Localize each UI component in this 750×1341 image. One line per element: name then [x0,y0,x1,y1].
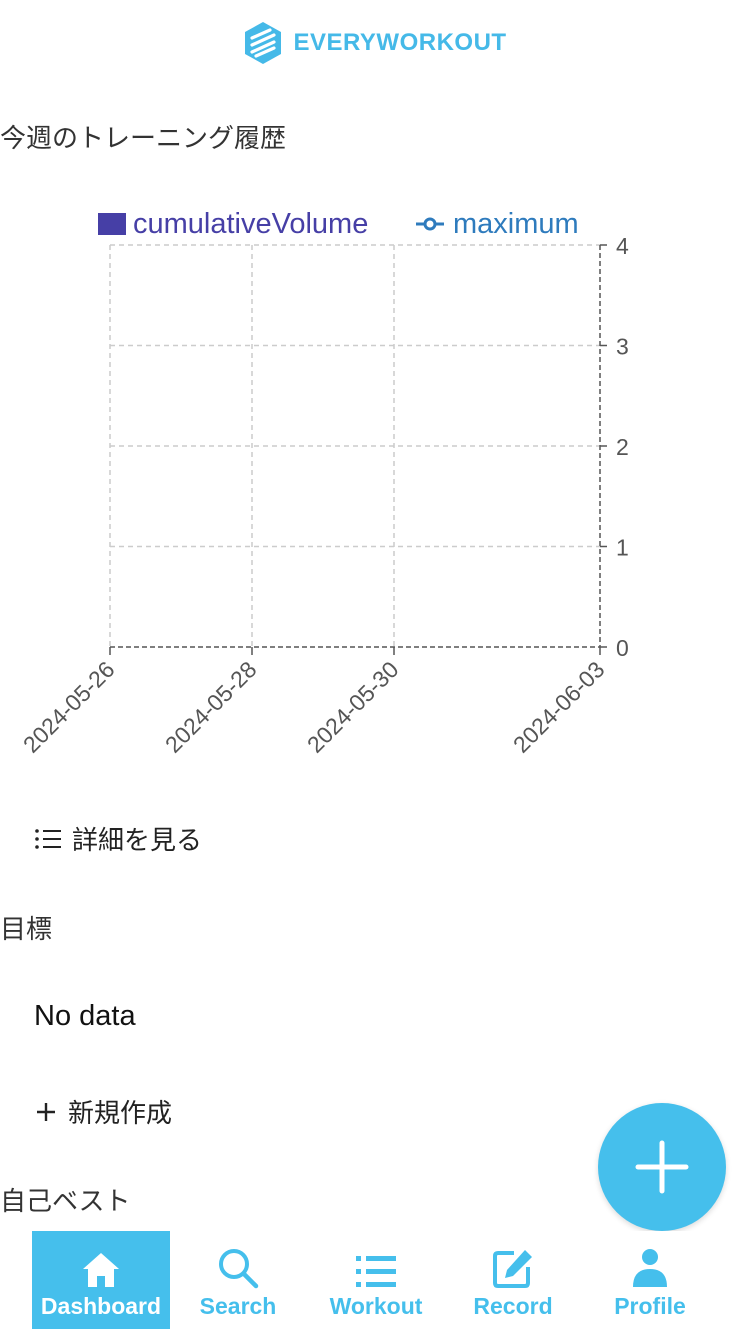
x-tick-label: 2024-05-28 [160,656,262,758]
home-icon [83,1253,119,1287]
user-icon [633,1249,667,1287]
goals-empty-text: No data [34,1000,136,1032]
nav-dashboard-label: Dashboard [40,1293,162,1319]
bottom-nav: Dashboard Search Workout Record Profile [0,1231,750,1341]
y-tick-label: 3 [616,334,629,360]
weekly-history-chart: cumulativeVolume maximum 0 1 2 3 4 2024-05-26… [18,208,629,758]
list-icon [35,828,61,849]
nav-record[interactable]: Record [446,1231,580,1341]
nav-workout[interactable]: Workout [306,1231,446,1341]
nav-search-label: Search [199,1293,277,1319]
legend-swatch-maximum-marker [423,217,437,231]
logo-icon [245,22,282,64]
view-details-link[interactable]: 詳細を見る [34,820,202,857]
weekly-history-title: 今週のトレーニング履歴 [0,124,287,154]
app-logo: EVERYWORKOUT [0,18,750,68]
plus-icon [37,1102,55,1121]
y-tick-label: 4 [616,233,629,259]
y-tick-label: 0 [616,635,629,661]
legend-swatch-cumulativeVolume [98,213,126,235]
search-icon [219,1249,259,1289]
add-fab-button[interactable] [598,1103,726,1231]
view-details-label: 詳細を見る [72,826,203,856]
nav-record-label: Record [473,1293,553,1319]
nav-workout-label: Workout [329,1293,423,1319]
nav-dashboard[interactable]: Dashboard [32,1231,170,1329]
x-tick-label: 2024-06-03 [508,656,610,758]
new-goal-button[interactable]: 新規作成 [34,1093,172,1130]
nav-profile[interactable]: Profile [580,1231,720,1341]
logo-text: EVERYWORKOUT [293,29,507,56]
legend-label-maximum: maximum [453,208,579,240]
list-icon [356,1256,396,1287]
nav-profile-label: Profile [614,1293,686,1319]
x-tick-label: 2024-05-30 [302,656,404,758]
y-tick-label: 2 [616,434,629,460]
legend-label-cumulativeVolume: cumulativeVolume [133,208,368,240]
edit-icon [493,1250,532,1288]
goals-title: 目標 [0,915,53,945]
personal-best-title: 自己ベスト [0,1187,131,1217]
new-goal-label: 新規作成 [68,1099,173,1129]
chart-grid [109,244,600,647]
x-tick-label: 2024-05-26 [18,656,120,758]
plus-icon [635,1140,689,1194]
y-tick-label: 1 [616,535,629,561]
chart-legend: cumulativeVolume maximum [98,208,579,240]
nav-search[interactable]: Search [170,1231,306,1341]
